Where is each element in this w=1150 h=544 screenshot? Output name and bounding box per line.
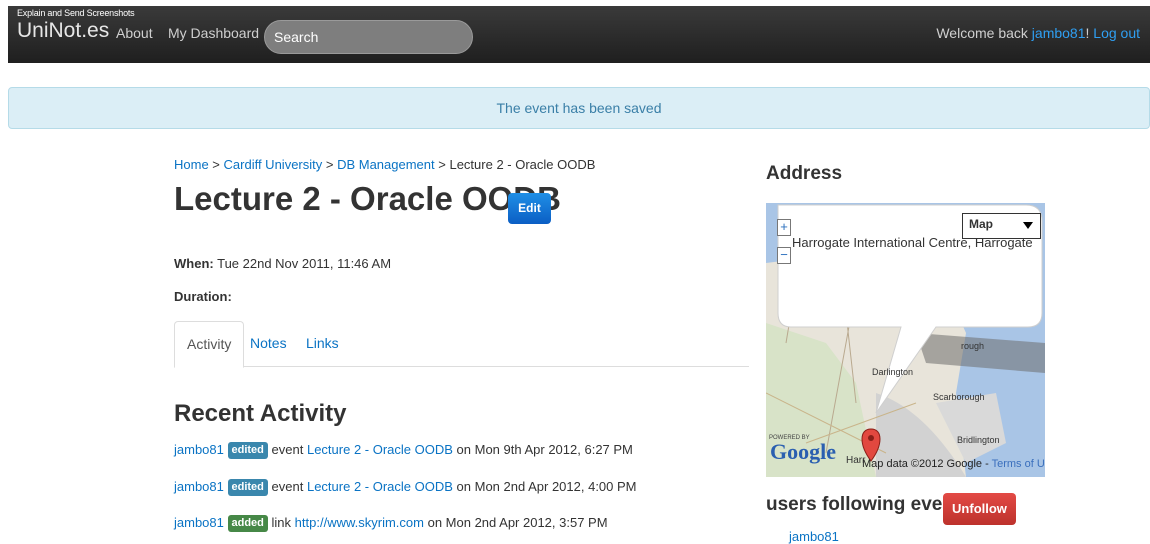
top-navbar: Explain and Send Screenshots UniNot.es A…	[8, 6, 1150, 63]
map-place-label: Bridlington	[957, 435, 1000, 445]
breadcrumb-university[interactable]: Cardiff University	[224, 157, 323, 172]
search-input[interactable]	[264, 20, 473, 54]
nav-my-dashboard[interactable]: My Dashboard	[168, 25, 259, 41]
tab-activity[interactable]: Activity	[174, 321, 245, 368]
logout-link[interactable]: Log out	[1093, 25, 1140, 41]
activity-target-link[interactable]: Lecture 2 - Oracle OODB	[307, 442, 453, 457]
event-title: Lecture 2 - Oracle OODB	[174, 180, 561, 217]
activity-badge: edited	[227, 442, 268, 459]
map-attribution: Map data ©2012 Google - Terms of Use	[862, 458, 1045, 470]
google-logo[interactable]: Google	[770, 439, 836, 465]
activity-target-link[interactable]: Lecture 2 - Oracle OODB	[307, 479, 453, 494]
activity-badge: edited	[227, 479, 268, 496]
location-map[interactable]: + − Map Harrogate International Centre, …	[766, 203, 1045, 477]
activity-user-link[interactable]: jambo81	[174, 515, 224, 530]
activity-user-link[interactable]: jambo81	[174, 442, 224, 457]
users-following-heading: users following event	[766, 494, 961, 515]
activity-item: jambo81 added link http://www.skyrim.com…	[174, 515, 608, 532]
save-success-alert: The event has been saved	[8, 87, 1150, 129]
follower-link[interactable]: jambo81	[789, 529, 839, 544]
breadcrumb-module[interactable]: DB Management	[337, 157, 435, 172]
map-place-label: Scarborough	[933, 392, 985, 402]
zoom-out-button[interactable]: −	[777, 247, 791, 264]
map-info-balloon: Harrogate International Centre, Harrogat…	[792, 235, 1033, 250]
event-when: When: Tue 22nd Nov 2011, 11:46 AM	[174, 256, 392, 271]
activity-item: jambo81 edited event Lecture 2 - Oracle …	[174, 479, 637, 496]
recent-activity-heading: Recent Activity	[174, 400, 347, 427]
tab-links[interactable]: Links	[294, 321, 351, 367]
map-place-label: rough	[961, 341, 985, 351]
event-duration: Duration:	[174, 289, 232, 304]
activity-target-link[interactable]: http://www.skyrim.com	[295, 515, 424, 530]
breadcrumb-current: Lecture 2 - Oracle OODB	[449, 157, 596, 172]
chevron-down-icon	[1023, 222, 1033, 229]
breadcrumb-home[interactable]: Home	[174, 157, 209, 172]
activity-user-link[interactable]: jambo81	[174, 479, 224, 494]
activity-item: jambo81 edited event Lecture 2 - Oracle …	[174, 442, 633, 459]
map-place-label: Darlington	[872, 367, 914, 377]
breadcrumb: Home > Cardiff University > DB Managemen…	[174, 157, 596, 172]
edit-event-button[interactable]: Edit	[508, 193, 551, 224]
user-profile-link[interactable]: jambo81	[1032, 25, 1086, 41]
event-tabs: Activity Notes Links	[174, 321, 749, 368]
terms-of-use-link[interactable]: Terms of Use	[992, 458, 1045, 470]
tab-notes[interactable]: Notes	[238, 321, 299, 367]
unfollow-button[interactable]: Unfollow	[943, 493, 1016, 525]
zoom-in-button[interactable]: +	[777, 219, 791, 236]
screenshot-tool-label: Explain and Send Screenshots	[17, 8, 135, 18]
address-heading: Address	[766, 163, 843, 184]
brand-logo-link[interactable]: UniNot.es	[17, 19, 109, 43]
nav-about[interactable]: About	[116, 25, 153, 41]
activity-badge: added	[227, 515, 268, 532]
welcome-message: Welcome back jambo81! Log out	[936, 25, 1140, 41]
